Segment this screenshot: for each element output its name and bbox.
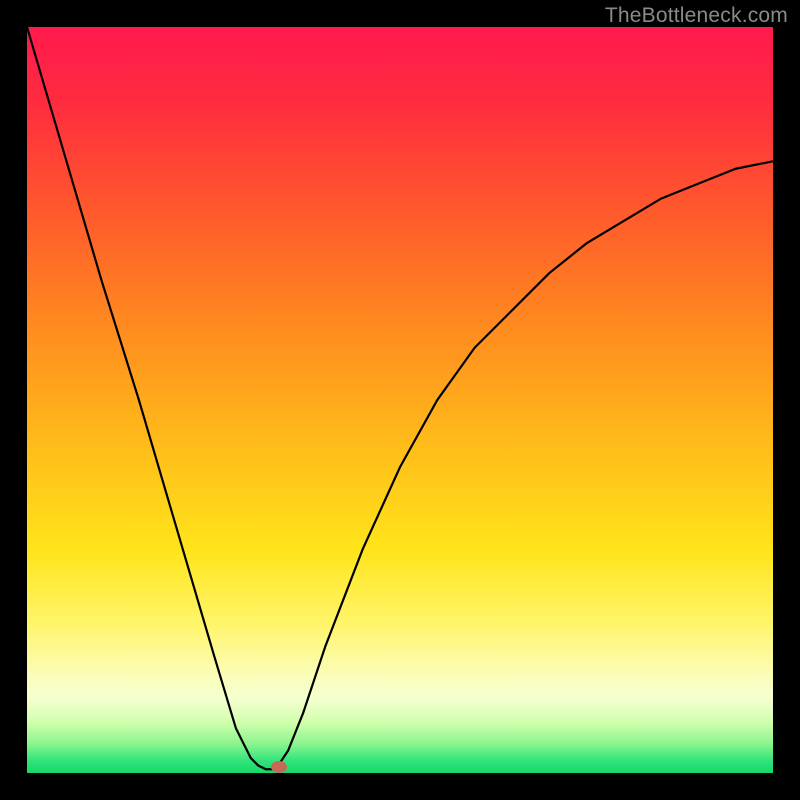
plot-area [27,27,773,773]
curve-path [27,27,773,769]
bottleneck-curve [27,27,773,773]
optimal-marker [271,761,287,773]
watermark-label: TheBottleneck.com [605,4,788,28]
chart-frame: TheBottleneck.com [0,0,800,800]
